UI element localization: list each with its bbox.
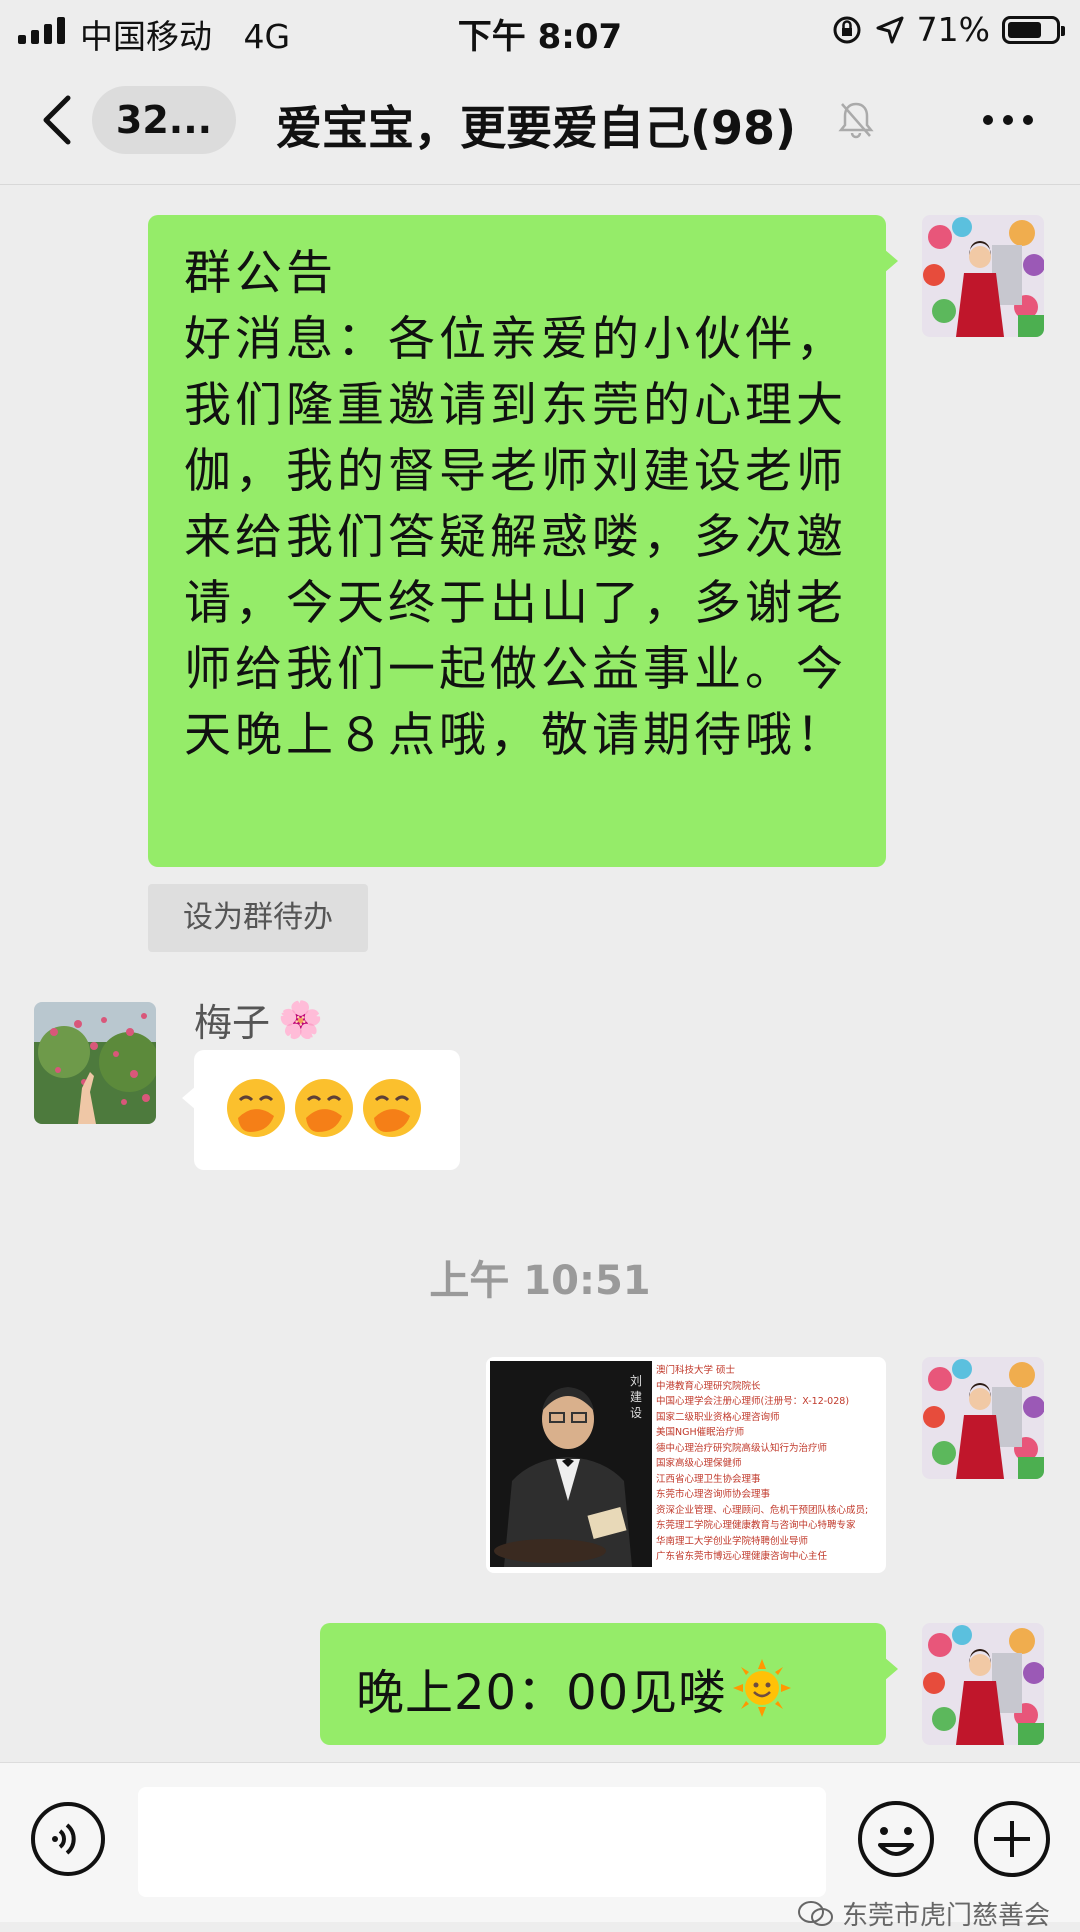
watermark: 东莞市虎门慈善会 [797,1895,1050,1932]
credential-line: 美国NGH催眠治疗师 [656,1427,745,1438]
credential-line: 华南理工大学创业学院特聘创业导师 [656,1535,809,1547]
announcement-bubble[interactable]: 群公告 好消息：各位亲爱的小伙伴，我们隆重邀请到东莞的心理大伽，我的督导老师刘建… [148,215,898,867]
location-icon [876,16,904,43]
self-avatar-image [922,1357,1044,1479]
self-avatar[interactable] [922,1623,1044,1745]
battery-percent: 71% [916,10,990,49]
self-avatar-image [922,215,1044,337]
status-bar: 中国移动 4G 下午 8:07 71% [0,0,1080,58]
teacher-name-vertical: 刘建设 [630,1374,643,1420]
watermark-text: 东莞市虎门慈善会 [841,1901,1050,1931]
voice-input-icon[interactable] [30,1801,106,1877]
back-chevron-icon[interactable] [30,90,90,150]
evening-message-text: 晚上20：00见喽 [356,1665,728,1721]
cherry-blossom-emoji: 🌸 [278,999,323,1041]
credential-line: 澳门科技大学 硕士 [656,1365,736,1376]
sun-emoji [733,1659,792,1717]
sender-name: 梅子 [194,1001,271,1045]
message-timestamp: 上午 10:51 [429,1258,651,1304]
credential-line: 中国心理学会注册心理师(注册号：X-12-028) [656,1396,850,1407]
credential-line: 广东省东莞市博远心理健康咨询中心主任 [656,1551,828,1562]
unread-count-badge[interactable]: 32... [92,86,236,154]
hand-over-mouth-emoji [295,1079,353,1137]
credential-line: 中港教育心理研究院院长 [656,1380,761,1392]
credential-line: 江西省心理卫生协会理事 [656,1473,761,1485]
credential-line: 国家高级心理保健师 [656,1458,742,1469]
emoji-reply-bubble[interactable] [182,1050,460,1170]
mute-bell-icon [838,102,874,139]
teacher-photo: 刘建设 [490,1361,652,1567]
meizi-avatar-image [34,1002,156,1124]
announcement-body: 好消息：各位亲爱的小伙伴，我们隆重邀请到东莞的心理大伽，我的督导老师刘建设老师来… [184,312,847,763]
rotation-lock-icon [833,16,861,43]
more-dots-icon[interactable] [978,102,1038,138]
self-avatar[interactable] [922,1357,1044,1479]
profile-image-message[interactable]: 刘建设 澳门科技大学 硕士 中港教育心理研究院院长 中国心理学会注册心理师(注册… [486,1357,886,1573]
credential-line: 东莞市心理咨询师协会理事 [656,1489,771,1500]
emoji-picker-icon[interactable] [856,1799,936,1879]
teacher-credentials: 澳门科技大学 硕士 中港教育心理研究院院长 中国心理学会注册心理师(注册号：X-… [656,1363,882,1569]
wechat-logo-icon [797,1900,833,1926]
chat-header: 32... 爱宝宝，更要爱自己(98) [0,58,1080,185]
credential-line: 德中心理治疗研究院高级认知行为治疗师 [656,1442,828,1454]
credential-line: 资深企业管理、心理顾问、危机干预团队核心成员; [656,1504,869,1516]
credential-line: 国家二级职业资格心理咨询师 [656,1411,780,1423]
hand-over-mouth-emoji [363,1079,421,1137]
chat-title: 爱宝宝，更要爱自己(98) [276,101,797,155]
self-avatar-image [922,1623,1044,1745]
meizi-avatar[interactable] [34,1002,156,1124]
evening-message-bubble[interactable]: 晚上20：00见喽 [320,1623,898,1745]
announcement-heading: 群公告 [184,246,337,301]
more-actions-plus-icon[interactable] [972,1799,1052,1879]
set-group-todo-button[interactable]: 设为群待办 [148,884,368,952]
hand-over-mouth-emoji [227,1079,285,1137]
message-input[interactable] [138,1787,826,1897]
battery-icon [1002,15,1065,44]
credential-line: 东莞理工学院心理健康教育与咨询中心特聘专家 [656,1520,856,1531]
self-avatar[interactable] [922,215,1044,337]
